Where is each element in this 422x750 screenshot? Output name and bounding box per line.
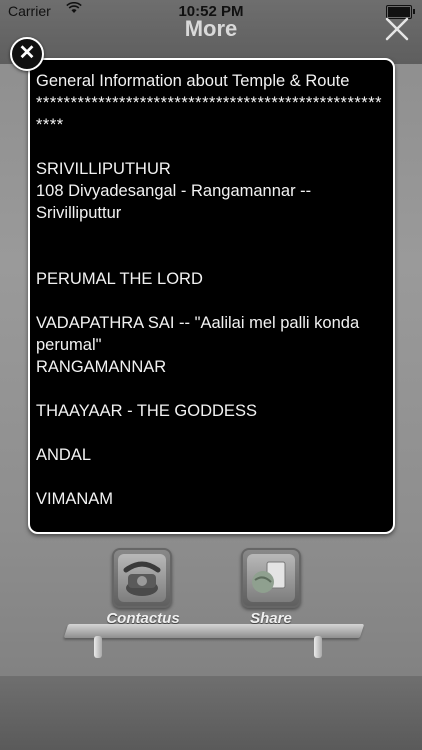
popup-line: ANDAL: [36, 446, 92, 464]
popup-line: THAAYAAR - THE GODDESS: [36, 402, 257, 420]
popup-text-area[interactable]: General Information about Temple & Route…: [30, 60, 393, 510]
share-icon: [247, 554, 295, 602]
share-button[interactable]: [241, 548, 301, 608]
contactus-button[interactable]: [112, 548, 172, 608]
info-popup[interactable]: General Information about Temple & Route…: [28, 58, 395, 534]
close-icon[interactable]: [382, 14, 412, 44]
telephone-icon: [118, 554, 166, 602]
popup-line: VIMANAM: [36, 490, 114, 508]
popup-line: PERUMAL THE LORD: [36, 270, 203, 288]
popup-close-button[interactable]: ✕: [10, 37, 44, 71]
popup-lines: SRIVILLIPUTHUR 108 Divyadesangal - Rangam…: [36, 158, 387, 510]
close-x-icon: ✕: [18, 42, 36, 64]
popup-line: RANGAMANNAR: [36, 358, 167, 376]
navigation-bar: Carrier 10:52 PM More: [0, 0, 422, 64]
popup-line: SRIVILLIPUTHUR: [36, 160, 171, 178]
shelf-bracket-left: [94, 636, 102, 658]
floor-background: [0, 676, 422, 750]
popup-line: VADAPATHRA SAI -- "Aalilai mel palli kon…: [36, 314, 364, 354]
page-title: More: [184, 16, 238, 41]
popup-separator: ****************************************…: [36, 94, 383, 134]
shelf-bracket-right: [314, 636, 322, 658]
popup-line: 108 Divyadesangal - Rangamannar -- Srivi…: [36, 182, 316, 222]
popup-heading: General Information about Temple & Route: [36, 72, 350, 90]
